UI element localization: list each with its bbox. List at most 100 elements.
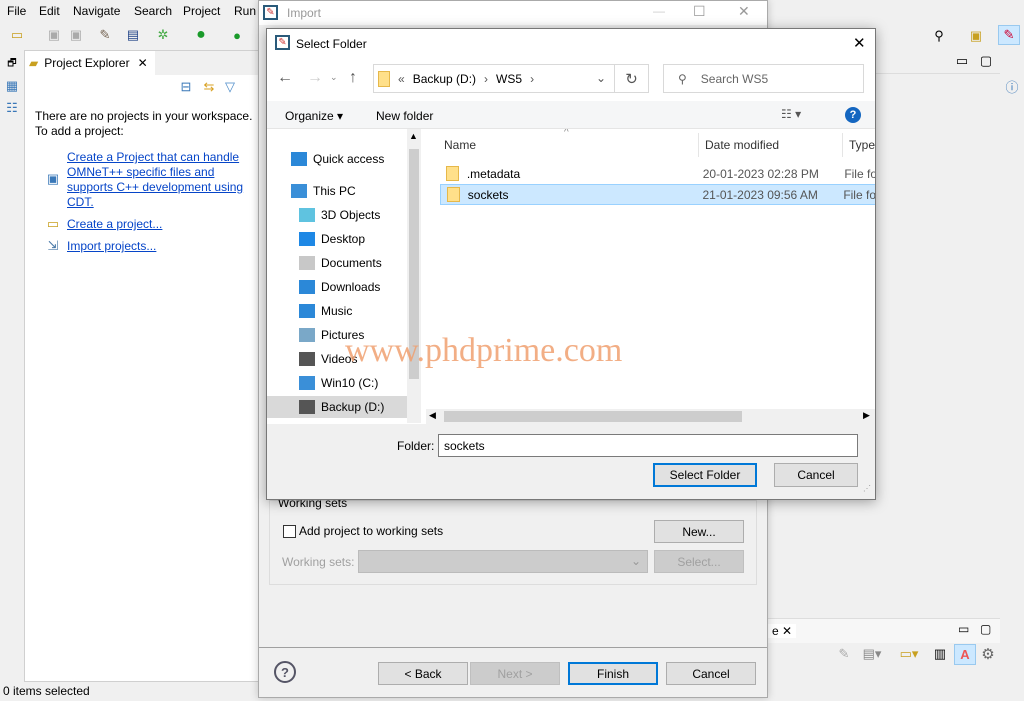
- chevron-down-icon[interactable]: ⌄: [596, 71, 606, 85]
- collapse-all-icon[interactable]: ⊟: [178, 79, 194, 95]
- close-button[interactable]: ✕: [853, 34, 866, 52]
- search-icon[interactable]: ⚲: [930, 28, 948, 44]
- nav-item[interactable]: This PC: [267, 180, 407, 202]
- column-type[interactable]: Type: [849, 138, 875, 152]
- address-bar[interactable]: « Backup (D:) › WS5 › ⌄: [373, 64, 615, 93]
- finish-button[interactable]: Finish: [568, 662, 658, 685]
- save-all-icon[interactable]: ▣: [68, 26, 84, 44]
- add-to-working-sets-checkbox[interactable]: [283, 525, 296, 538]
- menu-run[interactable]: Run: [234, 4, 256, 18]
- divider: [259, 647, 767, 648]
- restore-icon[interactable]: 🗗: [4, 56, 20, 72]
- file-row[interactable]: .metadata 20-01-2023 02:28 PM File fo: [440, 163, 875, 184]
- link-editor-icon[interactable]: ⇆: [200, 79, 218, 95]
- nav-item-label: Win10 (C:): [321, 376, 379, 390]
- nav-item[interactable]: 3D Objects: [267, 204, 407, 226]
- nav-item[interactable]: Documents: [267, 252, 407, 274]
- help-icon[interactable]: ?: [845, 107, 861, 123]
- scroll-left-icon[interactable]: ◀: [429, 410, 436, 421]
- column-date[interactable]: Date modified: [705, 138, 779, 152]
- perspective-icon[interactable]: ✎: [998, 25, 1020, 45]
- nav-item-label: Backup (D:): [321, 400, 385, 414]
- save-icon[interactable]: ▣: [46, 26, 62, 44]
- select-folder-button[interactable]: Select Folder: [653, 463, 757, 487]
- close-button[interactable]: ✕: [738, 3, 750, 20]
- file-type: File fo: [844, 166, 875, 181]
- menu-navigate[interactable]: Navigate: [73, 4, 120, 18]
- view-options-icon[interactable]: ☷ ▾: [781, 107, 801, 121]
- pin-icon[interactable]: ✎: [836, 645, 852, 663]
- debug-icon[interactable]: ✲: [154, 26, 172, 44]
- cancel-button[interactable]: Cancel: [666, 662, 756, 685]
- recent-dropdown-icon[interactable]: ⌄: [330, 72, 338, 83]
- file-row[interactable]: sockets 21-01-2023 09:56 AM File fo: [440, 184, 875, 205]
- horizontal-scrollbar[interactable]: ◀ ▶: [426, 409, 875, 424]
- help-button[interactable]: ?: [274, 661, 296, 683]
- select-working-set-button[interactable]: Select...: [654, 550, 744, 573]
- maximize-button[interactable]: ☐: [693, 3, 706, 20]
- help-icon[interactable]: ⓘ: [1004, 78, 1020, 95]
- maximize-icon[interactable]: ▢: [980, 622, 991, 636]
- scroll-thumb[interactable]: [444, 411, 742, 422]
- create-omnet-project-link[interactable]: Create a Project that can handle OMNeT++…: [67, 150, 252, 210]
- new-console-icon[interactable]: ▭▾: [896, 645, 922, 663]
- nav-item[interactable]: Desktop: [267, 228, 407, 250]
- scroll-right-icon[interactable]: ▶: [863, 410, 870, 421]
- run-icon[interactable]: ●: [192, 26, 210, 44]
- clipboard-icon[interactable]: ▥: [932, 645, 948, 663]
- menu-project[interactable]: Project: [183, 4, 220, 18]
- outline-icon[interactable]: ▦: [3, 78, 21, 94]
- menu-search[interactable]: Search: [134, 4, 172, 18]
- back-button[interactable]: < Back: [378, 662, 468, 685]
- new-working-set-button[interactable]: New...: [654, 520, 744, 543]
- file-date: 21-01-2023 09:56 AM: [702, 187, 818, 202]
- new-icon[interactable]: ▭: [8, 26, 26, 44]
- menu-file[interactable]: File: [7, 4, 26, 18]
- nav-item[interactable]: Backup (D:): [267, 396, 407, 418]
- scroll-up-icon[interactable]: ▲: [409, 131, 418, 141]
- bottom-view-header: e ✕ ▭ ▢: [768, 618, 1000, 643]
- overflow-crumb[interactable]: «: [398, 72, 405, 86]
- next-button[interactable]: Next >: [470, 662, 560, 685]
- close-icon[interactable]: ✕: [138, 56, 148, 70]
- task-list-icon[interactable]: ☷: [3, 100, 21, 116]
- refresh-button[interactable]: ↻: [615, 64, 649, 93]
- nav-item-label: Desktop: [321, 232, 366, 246]
- nav-item[interactable]: Quick access: [267, 148, 407, 170]
- open-task-icon[interactable]: ✎: [96, 26, 114, 44]
- menu-edit[interactable]: Edit: [39, 4, 60, 18]
- organize-button[interactable]: Organize ▾: [285, 109, 343, 123]
- open-perspective-icon[interactable]: ▣: [966, 27, 986, 45]
- nav-scrollbar[interactable]: ▲: [407, 129, 421, 423]
- new-folder-button[interactable]: New folder: [376, 109, 433, 123]
- display-icon[interactable]: ▤▾: [860, 645, 884, 663]
- tab-project-explorer[interactable]: ▰ Project Explorer ✕: [25, 51, 155, 75]
- maximize-icon[interactable]: ▢: [979, 53, 993, 68]
- spell-check-icon[interactable]: A: [954, 644, 976, 665]
- working-sets-combo[interactable]: ⌄: [358, 550, 648, 573]
- minimize-icon[interactable]: ▭: [955, 53, 969, 68]
- drive-icon: [299, 376, 315, 390]
- resize-grip-icon[interactable]: ⋰: [863, 484, 871, 493]
- settings-icon[interactable]: ⚙: [979, 645, 997, 663]
- minimize-button[interactable]: —: [653, 4, 665, 18]
- search-input[interactable]: ⚲ Search WS5: [663, 64, 864, 93]
- nav-item[interactable]: Downloads: [267, 276, 407, 298]
- cancel-button[interactable]: Cancel: [774, 463, 858, 487]
- crumb-backup[interactable]: Backup (D:): [413, 72, 476, 86]
- import-projects-link[interactable]: Import projects...: [67, 239, 156, 254]
- column-name[interactable]: Name: [444, 138, 476, 152]
- console-icon[interactable]: ▤: [124, 26, 142, 44]
- create-project-link[interactable]: Create a project...: [67, 217, 162, 232]
- folder-input[interactable]: sockets: [438, 434, 858, 457]
- external-tools-icon[interactable]: ●: [228, 26, 246, 44]
- tab-bottom-view[interactable]: e ✕: [768, 624, 797, 638]
- back-arrow-icon[interactable]: ←: [277, 69, 293, 87]
- filter-icon[interactable]: ▽: [222, 79, 238, 95]
- nav-item[interactable]: Win10 (C:): [267, 372, 407, 394]
- forward-arrow-icon[interactable]: →: [307, 69, 323, 87]
- crumb-ws5[interactable]: WS5: [496, 72, 522, 86]
- up-arrow-icon[interactable]: ↑: [349, 69, 357, 87]
- nav-item[interactable]: Music: [267, 300, 407, 322]
- minimize-icon[interactable]: ▭: [958, 622, 969, 636]
